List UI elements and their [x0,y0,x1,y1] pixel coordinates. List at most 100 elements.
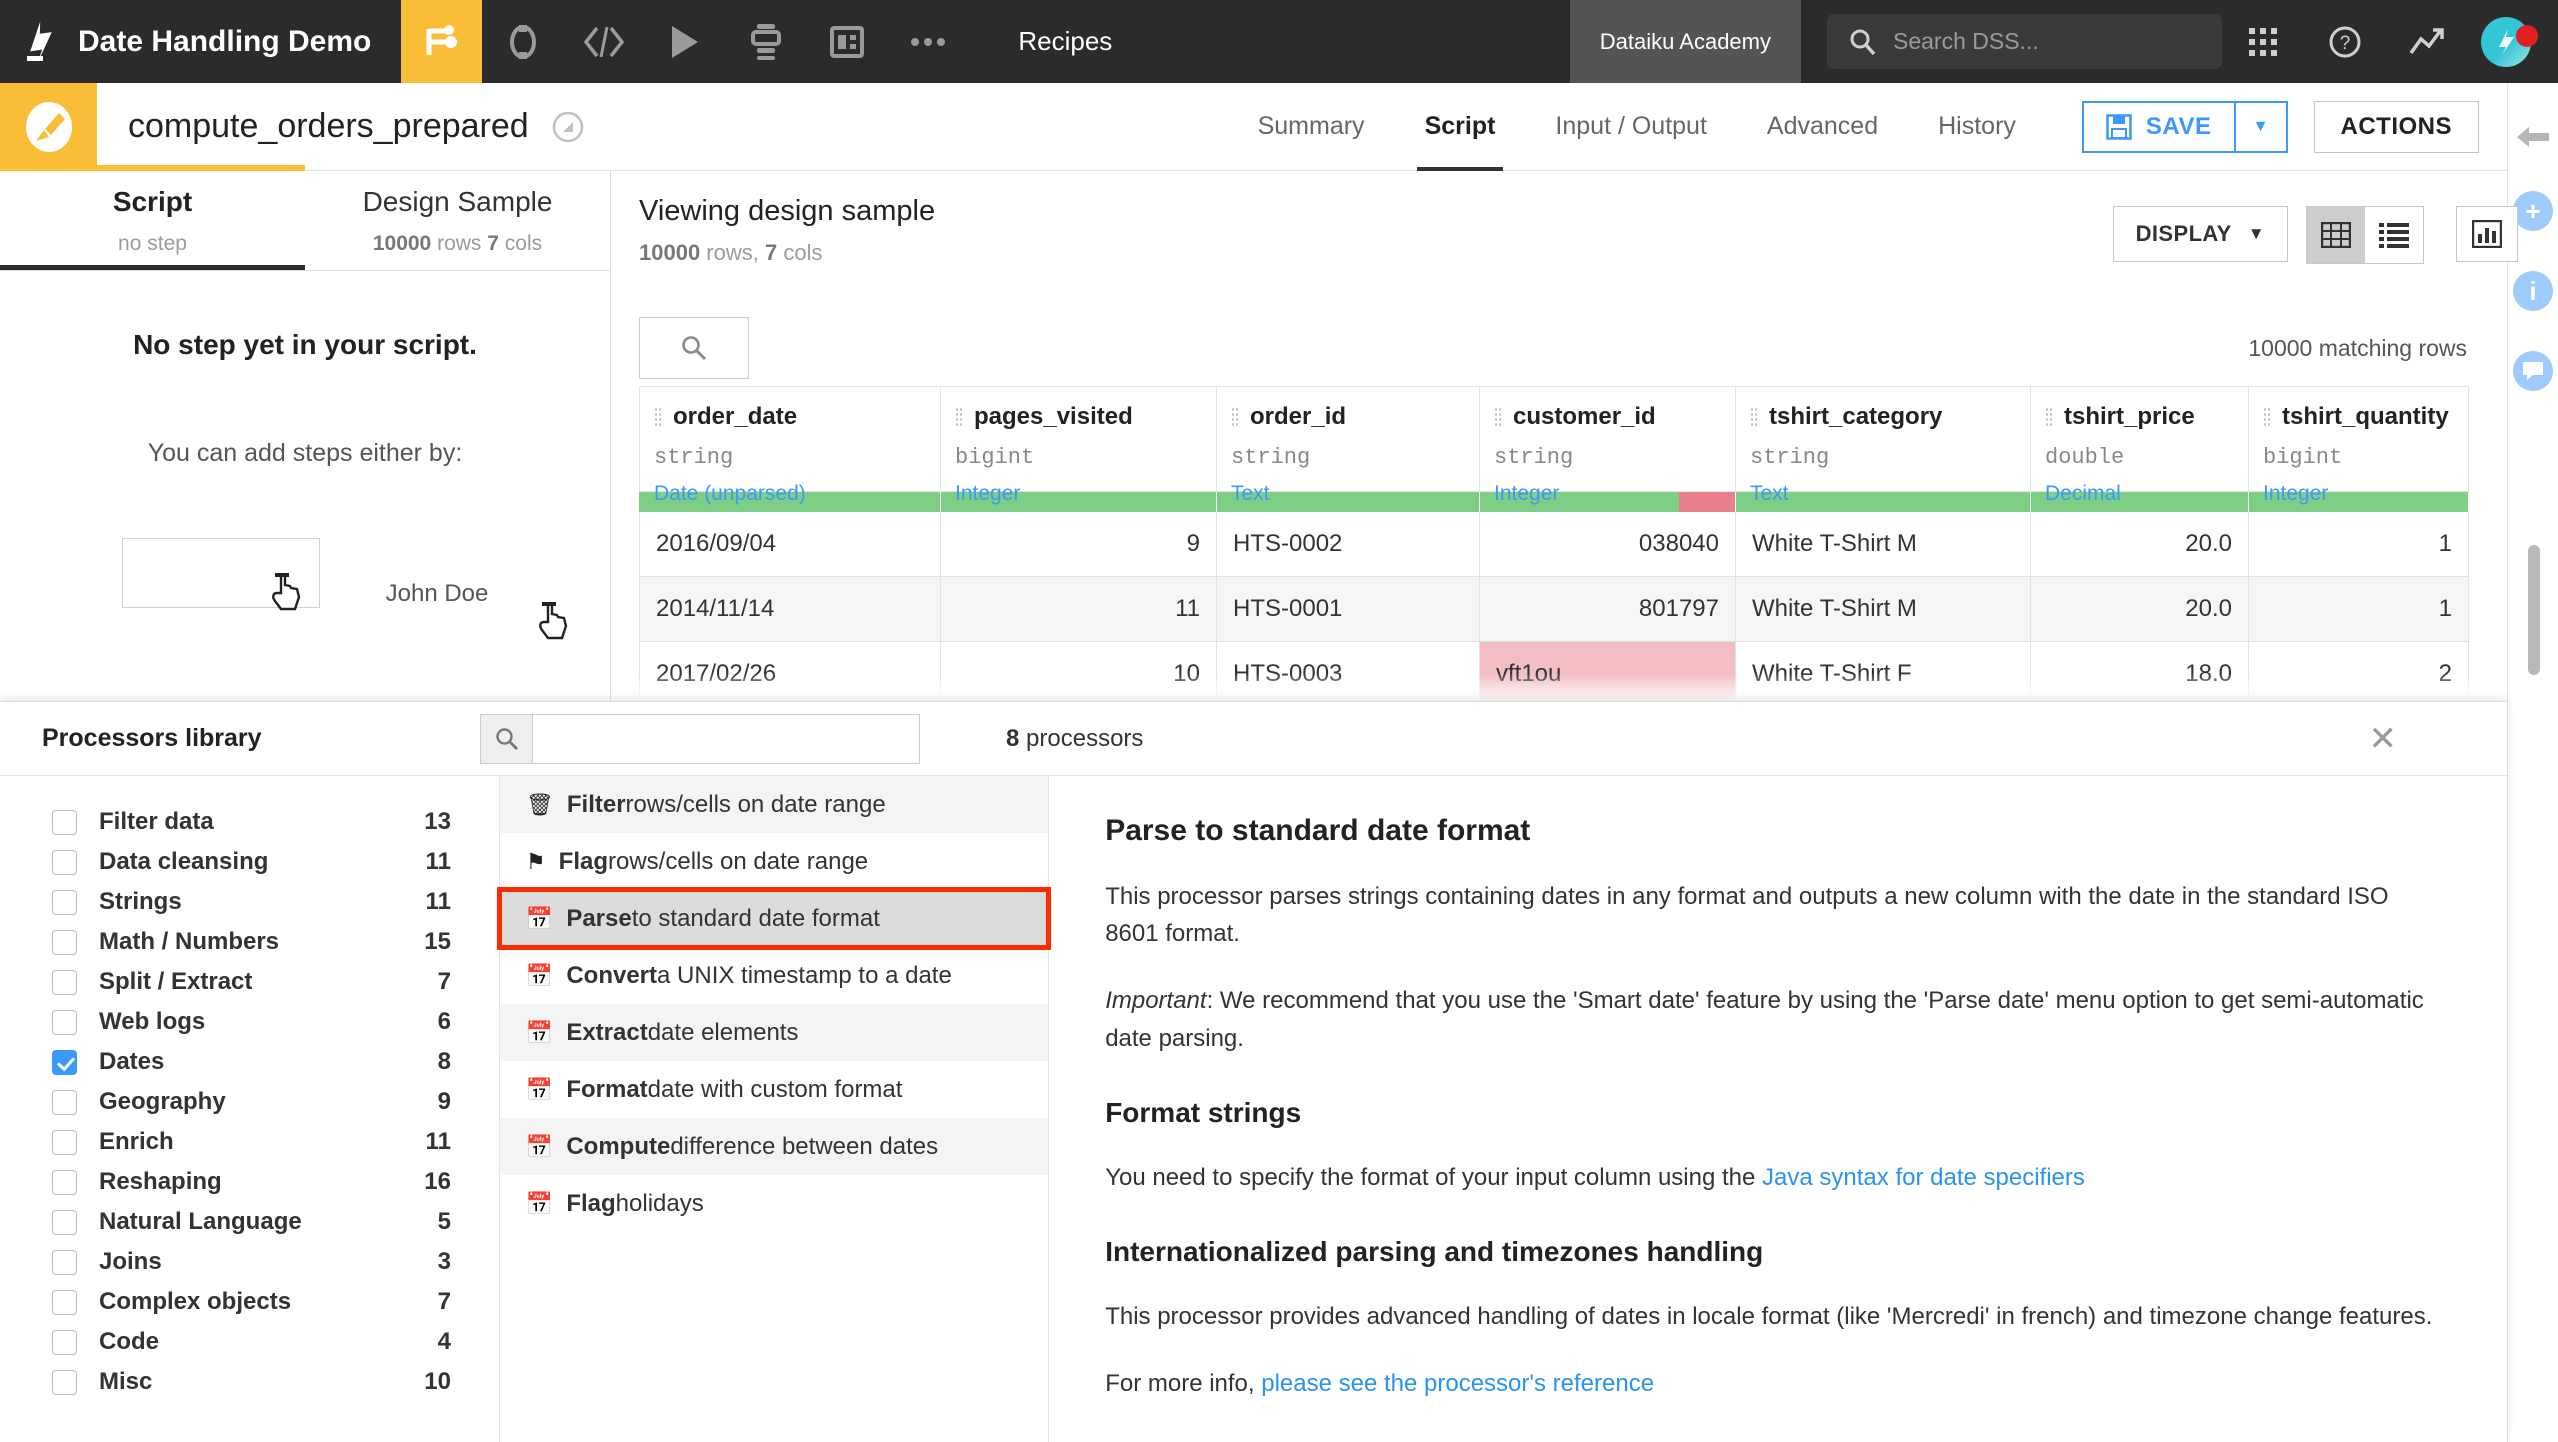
category-strings[interactable]: Strings 11 [0,882,499,922]
processor-reference-link[interactable]: please see the processor's reference [1261,1370,1654,1397]
processor-flag-rows-cells-on-date-range[interactable]: ⚑ Flag rows/cells on date range [500,833,1048,890]
column-header-customer_id[interactable]: customer_id string Integer [1480,386,1736,492]
notification-badge[interactable] [2516,25,2538,47]
recipes-nav-label[interactable]: Recipes [990,0,1140,83]
avatar[interactable] [2468,17,2544,67]
category-geography[interactable]: Geography 9 [0,1082,499,1122]
category-data-cleansing[interactable]: Data cleansing 11 [0,842,499,882]
collapse-arrow-icon[interactable] [2516,123,2550,151]
category-joins[interactable]: Joins 3 [0,1242,499,1282]
category-reshaping[interactable]: Reshaping 16 [0,1162,499,1202]
category-checkbox[interactable] [52,850,77,875]
table-row[interactable]: 2017/02/26 10 HTS-0003 vft1ou White T-Sh… [639,642,2469,707]
processor-parse-to-standard-date-format[interactable]: 📅 Parse to standard date format [500,890,1048,947]
table-row[interactable]: 2014/11/14 11 HTS-0001 801797 White T-Sh… [639,577,2469,642]
processors-search-input[interactable] [480,714,920,764]
cell-tshirt_price[interactable]: 20.0 [2031,577,2249,642]
category-checkbox[interactable] [52,930,77,955]
category-checkbox[interactable] [52,1170,77,1195]
tab-summary[interactable]: Summary [1228,83,1395,171]
category-dates[interactable]: Dates 8 [0,1042,499,1082]
apps-grid-icon[interactable] [2222,27,2304,57]
grid-view-icon[interactable] [2307,207,2365,263]
dataiku-logo-icon[interactable] [0,0,78,83]
actions-button[interactable]: ACTIONS [2314,101,2480,153]
run-icon[interactable] [644,0,725,83]
cell-customer_id[interactable]: 038040 [1480,512,1736,577]
cell-order_date[interactable]: 2014/11/14 [639,577,941,642]
category-web-logs[interactable]: Web logs 6 [0,1002,499,1042]
cell-tshirt_category[interactable]: White T-Shirt M [1736,512,2031,577]
column-header-pages_visited[interactable]: pages_visited bigint Integer [941,386,1217,492]
column-header-order_id[interactable]: order_id string Text [1217,386,1480,492]
save-button[interactable]: SAVE [2082,101,2236,153]
category-checkbox[interactable] [52,1010,77,1035]
search-input[interactable]: Search DSS... [1827,14,2222,69]
close-icon[interactable]: ✕ [2369,719,2398,759]
processor-filter-rows-cells-on-date-range[interactable]: 🗑 Filter rows/cells on date range [500,776,1048,833]
add-icon[interactable]: + [2513,191,2553,231]
jobs-icon[interactable] [725,0,806,83]
chat-icon[interactable] [2513,351,2553,391]
cell-pages_visited[interactable]: 9 [941,512,1217,577]
tab-input-output[interactable]: Input / Output [1525,83,1737,171]
category-checkbox[interactable] [52,1330,77,1355]
chart-icon[interactable] [2456,206,2518,262]
help-icon[interactable]: ? [2304,25,2386,59]
column-grip-icon[interactable] [1750,407,1758,427]
cell-order_id[interactable]: HTS-0002 [1217,512,1480,577]
category-checkbox[interactable] [52,890,77,915]
column-meaning[interactable]: Text [1231,482,1465,506]
column-grip-icon[interactable] [2045,407,2053,427]
display-dropdown[interactable]: DISPLAY ▼ [2113,206,2288,262]
column-grip-icon[interactable] [1231,407,1239,427]
category-checkbox[interactable] [52,810,77,835]
flow-icon[interactable] [401,0,482,83]
processor-extract-date-elements[interactable]: 📅 Extract date elements [500,1004,1048,1061]
column-header-order_date[interactable]: order_date string Date (unparsed) [639,386,941,492]
cell-order_id[interactable]: HTS-0001 [1217,577,1480,642]
column-meaning[interactable]: Date (unparsed) [654,482,926,506]
category-split-extract[interactable]: Split / Extract 7 [0,962,499,1002]
add-step-button[interactable] [122,538,320,608]
cell-tshirt_quantity[interactable]: 1 [2249,512,2469,577]
column-meaning[interactable]: Integer [955,482,1202,506]
processor-format-date-with-custom-format[interactable]: 📅 Format date with custom format [500,1061,1048,1118]
more-icon[interactable] [887,0,968,83]
design-sample-tab[interactable]: Design Sample 10000 rows 7 cols [305,171,610,270]
column-meaning[interactable]: Decimal [2045,482,2234,506]
column-meaning[interactable]: Integer [2263,482,2454,506]
category-code[interactable]: Code 4 [0,1322,499,1362]
cell-tshirt_price[interactable]: 20.0 [2031,512,2249,577]
processor-flag-holidays[interactable]: 📅 Flag holidays [500,1175,1048,1232]
category-checkbox[interactable] [52,1130,77,1155]
category-math-numbers[interactable]: Math / Numbers 15 [0,922,499,962]
info-icon[interactable]: i [2513,271,2553,311]
dataiku-academy-button[interactable]: Dataiku Academy [1570,0,1801,83]
code-icon[interactable] [563,0,644,83]
java-syntax-link[interactable]: Java syntax for date specifiers [1762,1164,2085,1191]
cell-order_date[interactable]: 2016/09/04 [639,512,941,577]
category-filter-data[interactable]: Filter data 13 [0,802,499,842]
share-icon[interactable] [551,110,585,144]
cell-tshirt_quantity[interactable]: 1 [2249,577,2469,642]
table-row[interactable]: 2016/09/04 9 HTS-0002 038040 White T-Shi… [639,512,2469,577]
column-meaning[interactable]: Integer [1494,482,1721,506]
column-header-tshirt_quantity[interactable]: tshirt_quantity bigint Integer [2249,386,2469,492]
column-grip-icon[interactable] [2263,407,2271,427]
category-enrich[interactable]: Enrich 11 [0,1122,499,1162]
column-grip-icon[interactable] [955,407,963,427]
category-complex-objects[interactable]: Complex objects 7 [0,1282,499,1322]
category-checkbox[interactable] [52,1050,77,1075]
cell-pages_visited[interactable]: 11 [941,577,1217,642]
tab-advanced[interactable]: Advanced [1737,83,1908,171]
cell-tshirt_category[interactable]: White T-Shirt M [1736,577,2031,642]
processor-convert-a-unix-timestamp-to-a-date[interactable]: 📅 Convert a UNIX timestamp to a date [500,947,1048,1004]
category-natural-language[interactable]: Natural Language 5 [0,1202,499,1242]
cell-customer_id[interactable]: 801797 [1480,577,1736,642]
category-checkbox[interactable] [52,1370,77,1395]
category-misc[interactable]: Misc 10 [0,1362,499,1402]
category-checkbox[interactable] [52,970,77,995]
category-checkbox[interactable] [52,1290,77,1315]
script-tab[interactable]: Script no step [0,171,305,270]
